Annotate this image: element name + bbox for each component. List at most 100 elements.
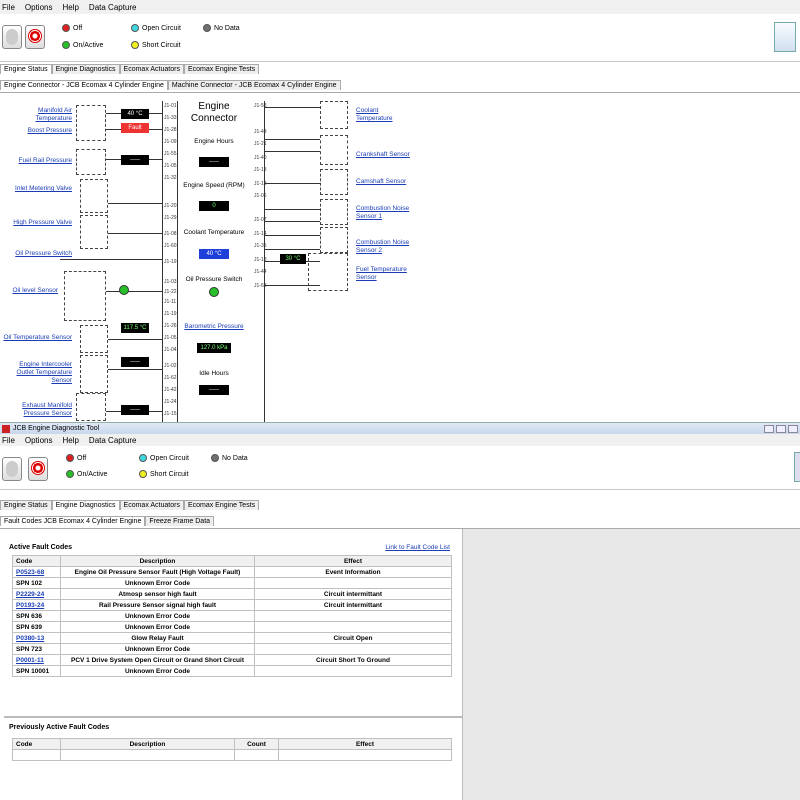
tab-engine-diagnostics[interactable]: Engine Diagnostics [51, 500, 120, 510]
fault-row[interactable]: SPN 102 Unknown Error Code [12, 577, 452, 589]
tab-engine-status[interactable]: Engine Status [0, 500, 52, 510]
fault-code-link[interactable]: P2229-24 [16, 591, 44, 598]
component-camshaft [320, 169, 348, 195]
active-faults-table: Code Description Effect P0523-68 Engine O… [12, 555, 452, 677]
subtab-machine-connector[interactable]: Machine Connector - JCB Ecomax 4 Cylinde… [167, 80, 341, 90]
fault-description: Unknown Error Code [60, 643, 255, 655]
stop-button[interactable] [28, 457, 48, 481]
col-effect[interactable]: Effect [278, 738, 452, 750]
sensor-oil-level[interactable]: Oil level Sensor [2, 287, 58, 295]
report-icon[interactable] [774, 22, 796, 52]
fault-effect: Event Information [254, 566, 452, 578]
col-code[interactable]: Code [12, 555, 61, 567]
legend-no-data: No Data [203, 24, 240, 32]
sensor-oil-pressure-switch[interactable]: Oil Pressure Switch [2, 250, 72, 258]
tab-ecomax-engine-tests[interactable]: Ecomax Engine Tests [183, 500, 260, 510]
fault-row[interactable]: P0001-11 PCV 1 Drive System Open Circuit … [12, 654, 452, 666]
fault-code-link[interactable]: P0523-68 [16, 569, 44, 576]
sensor-fuel-rail-pressure[interactable]: Fuel Rail Pressure [2, 157, 72, 165]
subtab-freeze-frame[interactable]: Freeze Frame Data [145, 516, 215, 526]
barometric-pressure-label[interactable]: Barometric Pressure [179, 323, 249, 330]
col-effect[interactable]: Effect [254, 555, 452, 567]
menu-options[interactable]: Options [23, 3, 55, 12]
tab-ecomax-actuators[interactable]: Ecomax Actuators [119, 64, 184, 74]
fault-code[interactable]: P0523-68 [12, 566, 61, 578]
component-intercooler [80, 355, 108, 393]
close-button[interactable] [788, 424, 798, 433]
stop-button[interactable] [25, 25, 45, 49]
menu-data-capture[interactable]: Data Capture [87, 436, 139, 445]
pause-button[interactable] [2, 457, 22, 481]
sensor-intercooler-outlet-temperature[interactable]: Engine Intercooler Outlet Temperature Se… [2, 361, 72, 385]
col-description[interactable]: Description [60, 738, 235, 750]
tab-ecomax-actuators[interactable]: Ecomax Actuators [119, 500, 184, 510]
fault-code-link[interactable]: P0001-11 [16, 657, 44, 664]
report-icon[interactable] [794, 452, 800, 482]
fault-effect: Circuit intermittant [254, 599, 452, 611]
sensor-high-pressure-valve[interactable]: High Pressure Valve [2, 219, 72, 227]
sensor-camshaft[interactable]: Camshaft Sensor [356, 178, 416, 186]
legend-short-circuit: Short Circuit [139, 470, 189, 478]
fault-row[interactable]: P2229-24 Atmosp sensor high fault Circuit … [12, 588, 452, 600]
fault-effect [254, 643, 452, 655]
fault-code-link[interactable]: P0380-13 [16, 635, 44, 642]
sensor-crankshaft[interactable]: Crankshaft Sensor [356, 151, 416, 159]
legend-off: Off [62, 24, 82, 32]
menu-options[interactable]: Options [23, 436, 55, 445]
fault-code[interactable]: P0001-11 [12, 654, 61, 666]
fault-row[interactable]: P0193-24 Rail Pressure Sensor signal high… [12, 599, 452, 611]
menu-help[interactable]: Help [60, 436, 80, 445]
fault-row[interactable]: SPN 636 Unknown Error Code [12, 610, 452, 622]
tab-engine-status[interactable]: Engine Status [0, 64, 52, 74]
fault-row[interactable]: P0523-68 Engine Oil Pressure Sensor Fault… [12, 566, 452, 578]
sensor-combustion-noise-2[interactable]: Combustion Noise Sensor 2 [356, 239, 426, 255]
intercooler-value: ----- [121, 357, 149, 367]
component-hp-valve [80, 215, 108, 249]
sensor-oil-temperature[interactable]: Oil Temperature Sensor [2, 334, 72, 342]
menu-help[interactable]: Help [60, 3, 80, 12]
engine-hours-label: Engine Hours [194, 138, 234, 145]
sensor-coolant-temperature[interactable]: Coolant Temperature [356, 107, 416, 123]
fault-row[interactable]: SPN 639 Unknown Error Code [12, 621, 452, 633]
tab-engine-diagnostics[interactable]: Engine Diagnostics [51, 64, 120, 74]
col-description[interactable]: Description [60, 555, 255, 567]
fault-row[interactable]: P0380-13 Glow Relay Fault Circuit Open [12, 632, 452, 644]
fault-row[interactable]: SPN 723 Unknown Error Code [12, 643, 452, 655]
subtab-fault-codes[interactable]: Fault Codes JCB Ecomax 4 Cylinder Engine [0, 516, 146, 526]
component-knock-2 [320, 227, 348, 253]
fault-code-list-link[interactable]: Link to Fault Code List [380, 544, 450, 552]
fault-row[interactable]: SPN 10001 Unknown Error Code [12, 665, 452, 677]
fault-code[interactable]: P0193-24 [12, 599, 61, 611]
sensor-inlet-metering-valve[interactable]: Inlet Metering Valve [2, 185, 72, 193]
subtab-engine-connector[interactable]: Engine Connector - JCB Ecomax 4 Cylinder… [0, 80, 168, 90]
menu-file[interactable]: File [0, 3, 17, 12]
fault-code[interactable]: P2229-24 [12, 588, 61, 600]
fault-code[interactable]: P0380-13 [12, 632, 61, 644]
sensor-fuel-temperature[interactable]: Fuel Temperature Sensor [356, 266, 426, 282]
col-code[interactable]: Code [12, 738, 61, 750]
sensor-combustion-noise-1[interactable]: Combustion Noise Sensor 1 [356, 205, 426, 221]
pause-button[interactable] [2, 25, 22, 49]
fault-effect [254, 665, 452, 677]
fault-code-link[interactable]: P0193-24 [16, 602, 44, 609]
boost-pressure-value: Fault [121, 123, 149, 133]
engine-hours-value: ----- [199, 157, 229, 167]
sensor-manifold-air-temperature[interactable]: Manifold Air Temperature [2, 107, 73, 123]
window-title: JCB Engine Diagnostic Tool [13, 425, 100, 432]
window-titlebar: JCB Engine Diagnostic Tool [0, 422, 800, 434]
idle-hours-label: Idle Hours [199, 370, 229, 377]
sensor-boost-pressure[interactable]: Boost Pressure [2, 127, 72, 135]
previous-faults-table: Code Description Count Effect [12, 738, 452, 761]
col-count[interactable]: Count [234, 738, 279, 750]
component-crankshaft [320, 135, 348, 165]
sensor-exhaust-manifold-pressure[interactable]: Exhaust Manifold Pressure Sensor [2, 402, 72, 418]
maximize-button[interactable] [776, 424, 786, 433]
fuel-temperature-value: 30 °C [280, 254, 306, 264]
legend-open-circuit: Open Circuit [131, 24, 181, 32]
diagnostic-window: JCB Engine Diagnostic Tool File Options … [0, 422, 800, 800]
menu-data-capture[interactable]: Data Capture [87, 3, 139, 12]
oil-level-status-icon [119, 285, 129, 295]
menu-file[interactable]: File [0, 436, 17, 445]
tab-ecomax-engine-tests[interactable]: Ecomax Engine Tests [183, 64, 260, 74]
minimize-button[interactable] [764, 424, 774, 433]
